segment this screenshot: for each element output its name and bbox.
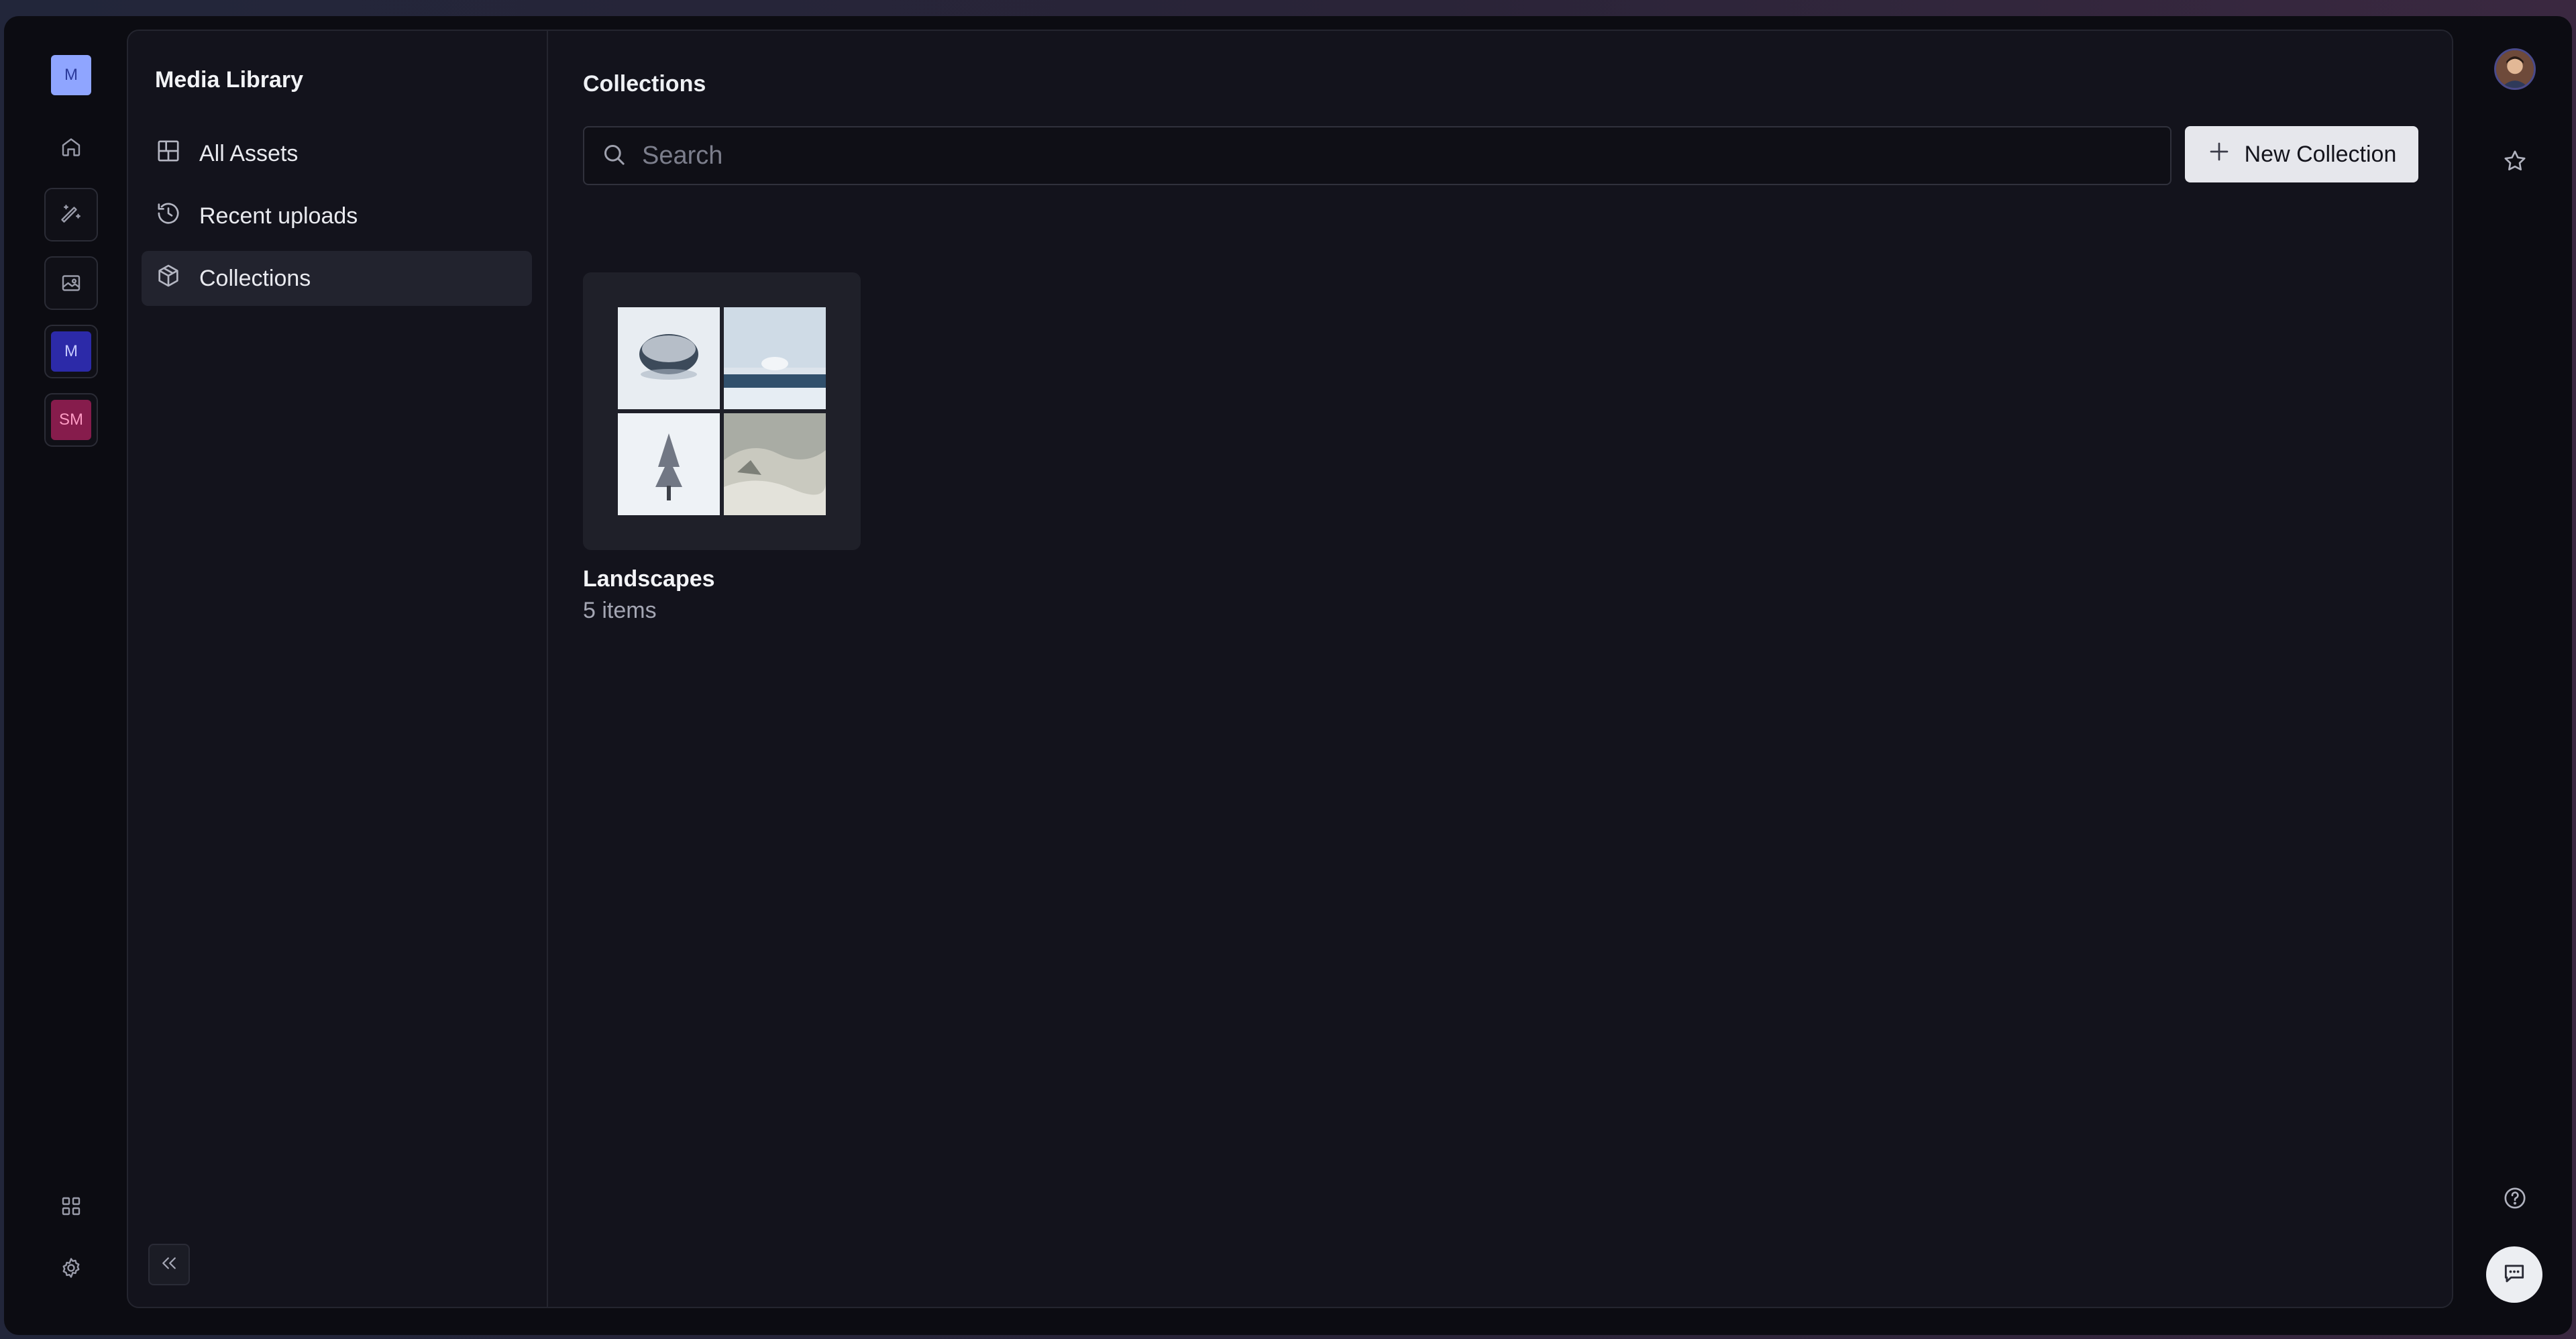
workspace-badge: M (51, 331, 91, 372)
plus-icon (2207, 140, 2245, 170)
collection-item-count: 5 items (583, 598, 657, 623)
sidebar-item-label: Collections (199, 265, 311, 291)
right-rail (2458, 16, 2572, 1335)
thumbnail-snow-field (724, 307, 826, 409)
sidebar-item-all-assets[interactable]: All Assets (142, 126, 532, 181)
page-title: Collections (583, 71, 706, 97)
avatar[interactable] (2494, 48, 2536, 90)
sidebar-item-label: Recent uploads (199, 203, 358, 229)
main-panel: Media Library All Assets Recent uploads (127, 30, 2453, 1308)
search-icon (600, 141, 642, 171)
sidebar-item-collections[interactable]: Collections (142, 251, 532, 306)
help-icon[interactable] (2502, 1185, 2528, 1215)
history-icon (155, 200, 199, 233)
sidebar-nav: All Assets Recent uploads Collections (142, 126, 532, 313)
thumbnail-frosty-valley (724, 413, 826, 515)
image-gallery-icon[interactable] (44, 256, 98, 310)
app-window: M M SM Media Library All Assets Recent u… (4, 16, 2572, 1335)
thumbnail-snowy-island (618, 307, 720, 409)
workspace-switcher[interactable]: M (44, 48, 98, 102)
sidebar-title: Media Library (155, 67, 304, 93)
package-icon (155, 262, 199, 295)
thumbnail-lone-tree (618, 413, 720, 515)
workspace-m[interactable]: M (44, 325, 98, 378)
left-rail: M M SM (4, 16, 125, 1335)
library-sidebar: Media Library All Assets Recent uploads (128, 31, 548, 1307)
workspace-badge: SM (51, 400, 91, 440)
sidebar-item-label: All Assets (199, 140, 299, 166)
magic-wand-icon[interactable] (44, 188, 98, 242)
thumbnail-grid (618, 307, 826, 515)
chevrons-left-icon (159, 1253, 179, 1277)
search-input[interactable] (642, 141, 2170, 170)
collection-card[interactable]: Landscapes 5 items (583, 272, 861, 624)
chat-support-button[interactable] (2486, 1246, 2542, 1303)
collection-thumbnail[interactable] (583, 272, 861, 550)
workspace-sm[interactable]: SM (44, 393, 98, 447)
collapse-sidebar-button[interactable] (148, 1244, 190, 1285)
layout-grid-icon (155, 138, 199, 170)
sidebar-item-recent-uploads[interactable]: Recent uploads (142, 189, 532, 244)
new-collection-button[interactable]: New Collection (2185, 126, 2418, 182)
chat-bubble-icon (2502, 1261, 2527, 1289)
apps-grid-icon[interactable] (44, 1179, 98, 1233)
collections-content: Collections New Collection (549, 31, 2452, 1307)
star-icon[interactable] (2502, 148, 2528, 178)
settings-gear-icon[interactable] (44, 1241, 98, 1295)
collection-name[interactable]: Landscapes (583, 566, 861, 592)
new-collection-label: New Collection (2244, 141, 2397, 167)
workspace-badge: M (51, 55, 91, 95)
home-icon[interactable] (44, 119, 98, 173)
search-box[interactable] (583, 126, 2171, 185)
